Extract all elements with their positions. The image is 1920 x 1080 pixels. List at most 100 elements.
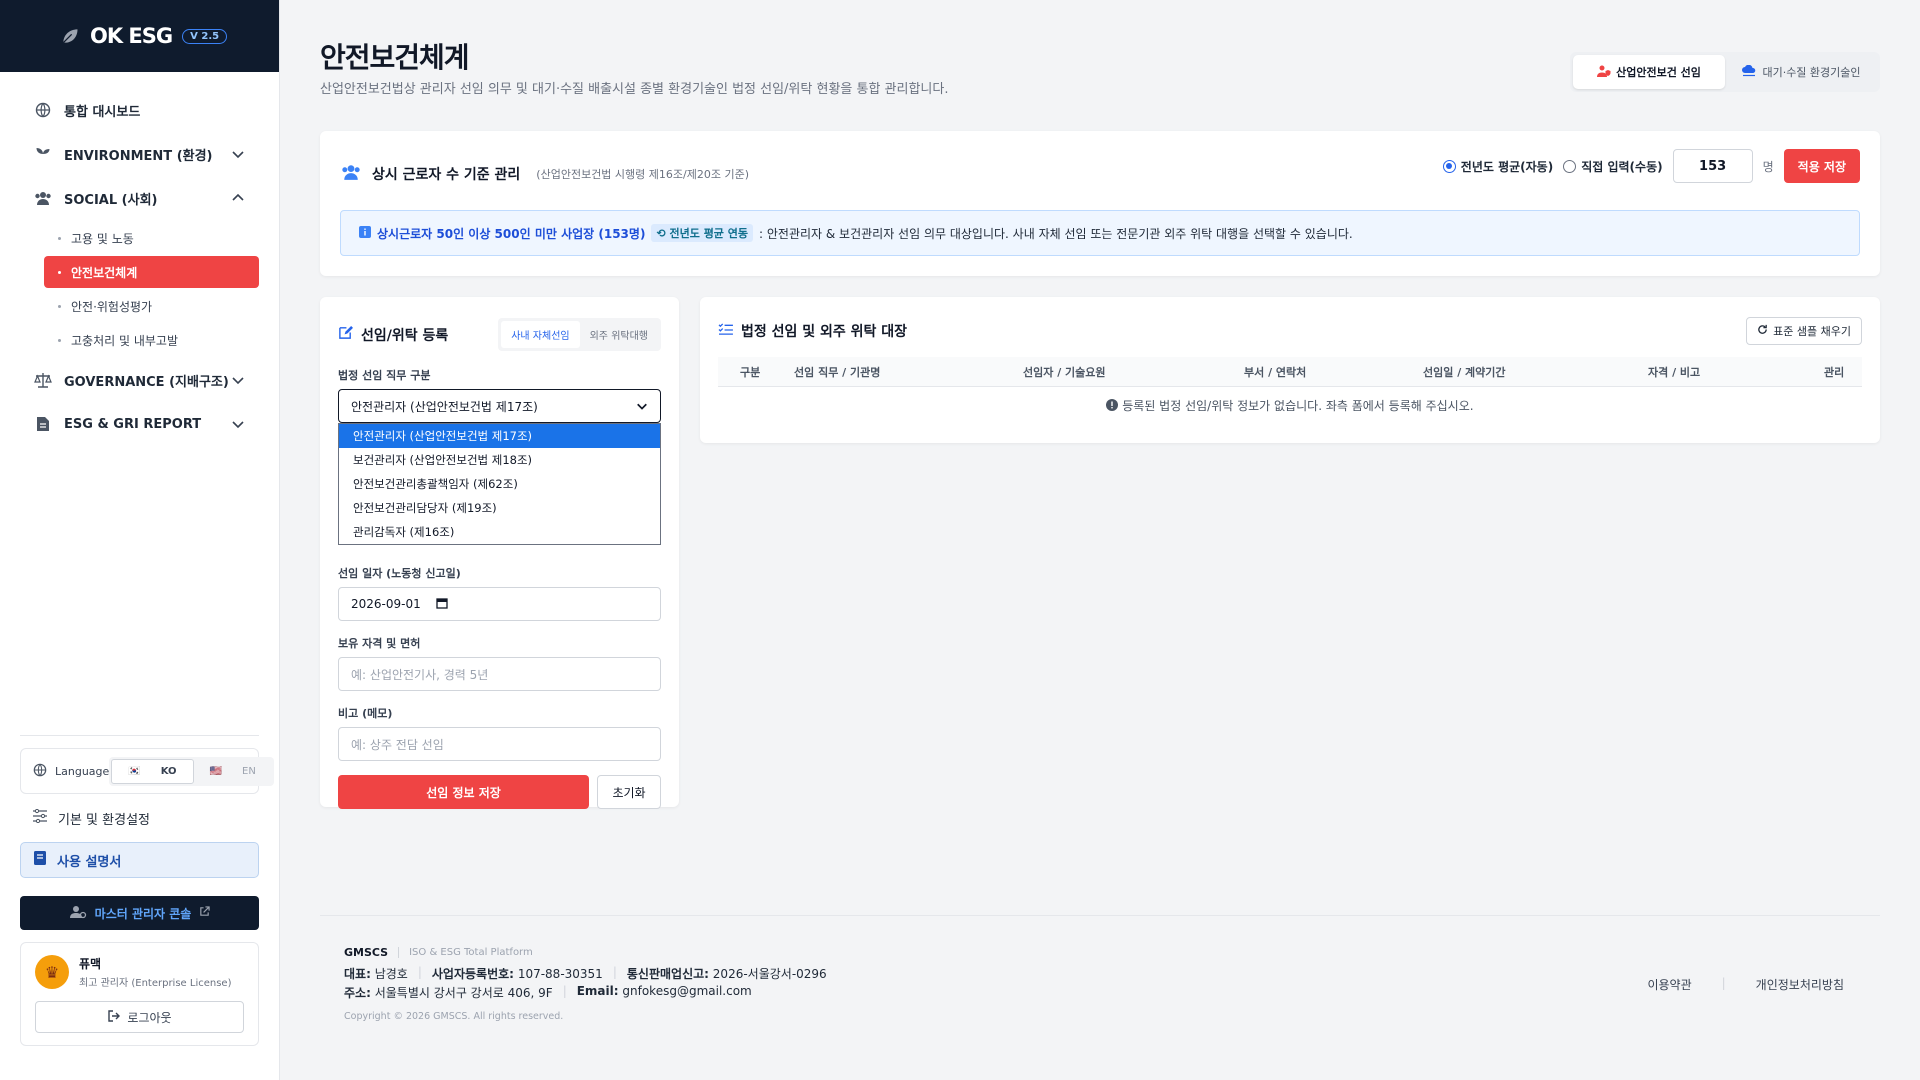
tab-env-technician[interactable]: 대기·수질 환경기술인 <box>1725 55 1877 89</box>
version-badge: V 2.5 <box>182 28 228 44</box>
info-tag-label: 전년도 평균 연동 <box>669 227 749 240</box>
seg-internal[interactable]: 사내 자체선임 <box>501 321 580 348</box>
page-description: 산업안전보건법상 관리자 선임 의무 및 대기·수질 배출시설 종별 환경기술인… <box>320 82 949 97</box>
footer-links: 이용약관 | 개인정보처리방침 <box>1647 976 1844 993</box>
separator: | <box>562 984 567 998</box>
col-type: 구분 <box>740 365 761 379</box>
col-role: 선임 직무 / 기관명 <box>794 365 881 379</box>
role-select[interactable]: 안전관리자 (산업안전보건법 제17조) <box>338 389 661 423</box>
role-option[interactable]: 안전보건관리담당자 (제19조) <box>339 496 660 520</box>
info-tag: ⟲ 전년도 평균 연동 <box>651 224 753 242</box>
col-qualification: 자격 / 비고 <box>1648 365 1701 379</box>
calendar-icon[interactable] <box>436 597 448 612</box>
seg-outsource[interactable]: 외주 위탁대행 <box>580 321 658 348</box>
info-icon <box>359 225 371 241</box>
sub-item-label: 안전·위험성평가 <box>71 299 153 314</box>
nav-dashboard[interactable]: 통합 대시보드 <box>0 88 279 132</box>
biz-value: 107-88-30351 <box>517 967 603 981</box>
role-option[interactable]: 안전관리자 (산업안전보건법 제17조) <box>339 424 660 448</box>
chevron-down-icon <box>637 403 647 410</box>
edit-icon <box>338 325 353 344</box>
tab-safety-health-appointment[interactable]: 산업안전보건 선임 <box>1573 55 1725 89</box>
col-date: 선임일 / 계약기간 <box>1423 365 1506 379</box>
radio-manual[interactable]: 직접 입력(수동) <box>1563 158 1663 175</box>
terms-link[interactable]: 이용약관 <box>1647 976 1691 993</box>
master-console-button[interactable]: 마스터 관리자 콘솔 <box>20 896 259 930</box>
worker-count-title: 상시 근로자 수 기준 관리 (산업안전보건법 시행령 제16조/제20조 기준… <box>340 163 749 185</box>
chevron-up-icon <box>232 193 244 201</box>
role-option[interactable]: 안전보건관리총괄책임자 (제62조) <box>339 472 660 496</box>
email-label: Email: <box>576 984 619 998</box>
nav-social[interactable]: SOCIAL (사회) <box>0 176 279 220</box>
info-bar: 상시근로자 50인 이상 500인 미만 사업장 (153명) ⟲ 전년도 평균… <box>340 210 1860 256</box>
col-manage: 관리 <box>1824 365 1845 379</box>
nav-environment[interactable]: ENVIRONMENT (환경) <box>0 132 279 176</box>
language-label: Language <box>55 764 110 778</box>
radio-manual-label: 직접 입력(수동) <box>1581 159 1663 174</box>
ledger-table-header: 구분 선임 직무 / 기관명 선임자 / 기술요원 부서 / 연락처 선임일 /… <box>718 357 1862 387</box>
separator: | <box>417 965 422 979</box>
brand-bar[interactable]: OK ESG V 2.5 <box>0 0 279 72</box>
reset-button[interactable]: 초기화 <box>597 775 661 809</box>
globe-icon <box>33 763 47 780</box>
role-option[interactable]: 보건관리자 (산업안전보건법 제18조) <box>339 448 660 472</box>
chevron-down-icon <box>232 421 244 429</box>
sub-item-grievance[interactable]: 고충처리 및 내부고발 <box>44 324 259 356</box>
logout-button[interactable]: 로그아웃 <box>35 1001 244 1033</box>
role-option[interactable]: 관리감독자 (제16조) <box>339 520 660 544</box>
sub-item-employment[interactable]: 고용 및 노동 <box>44 222 259 254</box>
radio-auto-label: 전년도 평균(자동) <box>1460 159 1554 174</box>
date-input[interactable]: 2026-09-01 <box>338 587 661 621</box>
worker-count-card: 상시 근로자 수 기준 관리 (산업안전보건법 시행령 제16조/제20조 기준… <box>320 131 1880 276</box>
ceo-label: 대표: <box>344 967 371 981</box>
save-appointment-button[interactable]: 선임 정보 저장 <box>338 775 589 809</box>
nav-governance[interactable]: GOVERNANCE (지배구조) <box>0 358 279 402</box>
us-flag-icon: 🇺🇸 <box>209 765 223 777</box>
bullet-dot <box>58 338 61 342</box>
nav-environment-label: ENVIRONMENT (환경) <box>64 148 213 164</box>
separator: | <box>1721 976 1726 990</box>
info-highlight: 상시근로자 50인 이상 500인 미만 사업장 (153명) <box>377 226 646 241</box>
worker-count-input[interactable]: 153 <box>1672 149 1753 183</box>
memo-input[interactable]: 예: 상주 전담 선임 <box>338 727 661 761</box>
refresh-icon <box>1757 324 1768 338</box>
role-selected-value: 안전관리자 (산업안전보건법 제17조) <box>351 399 538 414</box>
nav-social-label: SOCIAL (사회) <box>64 192 158 208</box>
history-icon: ⟲ <box>656 227 666 240</box>
tab-label: 산업안전보건 선임 <box>1616 66 1701 79</box>
tab-label: 대기·수질 환경기술인 <box>1762 66 1861 79</box>
fill-sample-button[interactable]: 표준 샘플 채우기 <box>1746 317 1862 345</box>
checklist-icon <box>718 322 733 340</box>
lang-ko-button[interactable]: 🇰🇷 KO <box>111 758 194 784</box>
appointment-type-toggle: 사내 자체선임 외주 위탁대행 <box>498 318 661 351</box>
lang-en-button[interactable]: 🇺🇸 EN <box>194 759 272 784</box>
privacy-link[interactable]: 개인정보처리방침 <box>1756 976 1844 993</box>
apply-save-button[interactable]: 적용 저장 <box>1783 149 1860 183</box>
qualification-input[interactable]: 예: 산업안전기사, 경력 5년 <box>338 657 661 691</box>
worker-count-heading: 상시 근로자 수 기준 관리 <box>372 167 521 183</box>
footer-business-info: 대표: 남경호 | 사업자등록번호: 107-88-30351 | 통신판매업신… <box>320 965 1880 982</box>
sub-item-risk-assessment[interactable]: 안전·위험성평가 <box>44 290 259 322</box>
biz-label: 사업자등록번호: <box>431 967 514 981</box>
settings-link[interactable]: 기본 및 환경설정 <box>20 800 259 836</box>
role-dropdown-list: 안전관리자 (산업안전보건법 제17조) 보건관리자 (산업안전보건법 제18조… <box>338 423 661 545</box>
manual-link[interactable]: 사용 설명서 <box>20 842 259 878</box>
sidebar: OK ESG V 2.5 통합 대시보드 ENVIRONMENT (환경) SO… <box>0 0 280 1080</box>
addr-value: 서울특별시 강서구 강서로 406, 9F <box>374 986 553 1000</box>
language-toggle: 🇰🇷 KO 🇺🇸 EN <box>109 756 274 786</box>
registration-form: 법정 선임 직무 구분 안전관리자 (산업안전보건법 제17조) 안전관리자 (… <box>338 367 661 809</box>
bullet-dot <box>58 304 61 308</box>
nav-report[interactable]: ESG & GRI REPORT <box>0 402 279 446</box>
user-name: 퓨맥 <box>79 957 102 971</box>
radio-empty-icon <box>1563 159 1577 173</box>
chevron-down-icon <box>232 377 244 385</box>
radio-selected-icon <box>1442 159 1456 173</box>
book-icon <box>33 850 47 870</box>
globe-icon <box>34 101 52 119</box>
nav-governance-label: GOVERNANCE (지배구조) <box>64 374 229 390</box>
radio-auto[interactable]: 전년도 평균(자동) <box>1442 158 1554 175</box>
logout-icon <box>107 1009 121 1026</box>
sub-item-safety-health[interactable]: 안전보건체계 <box>44 256 259 288</box>
unit-label: 명 <box>1762 159 1774 174</box>
date-value: 2026-09-01 <box>351 597 421 611</box>
